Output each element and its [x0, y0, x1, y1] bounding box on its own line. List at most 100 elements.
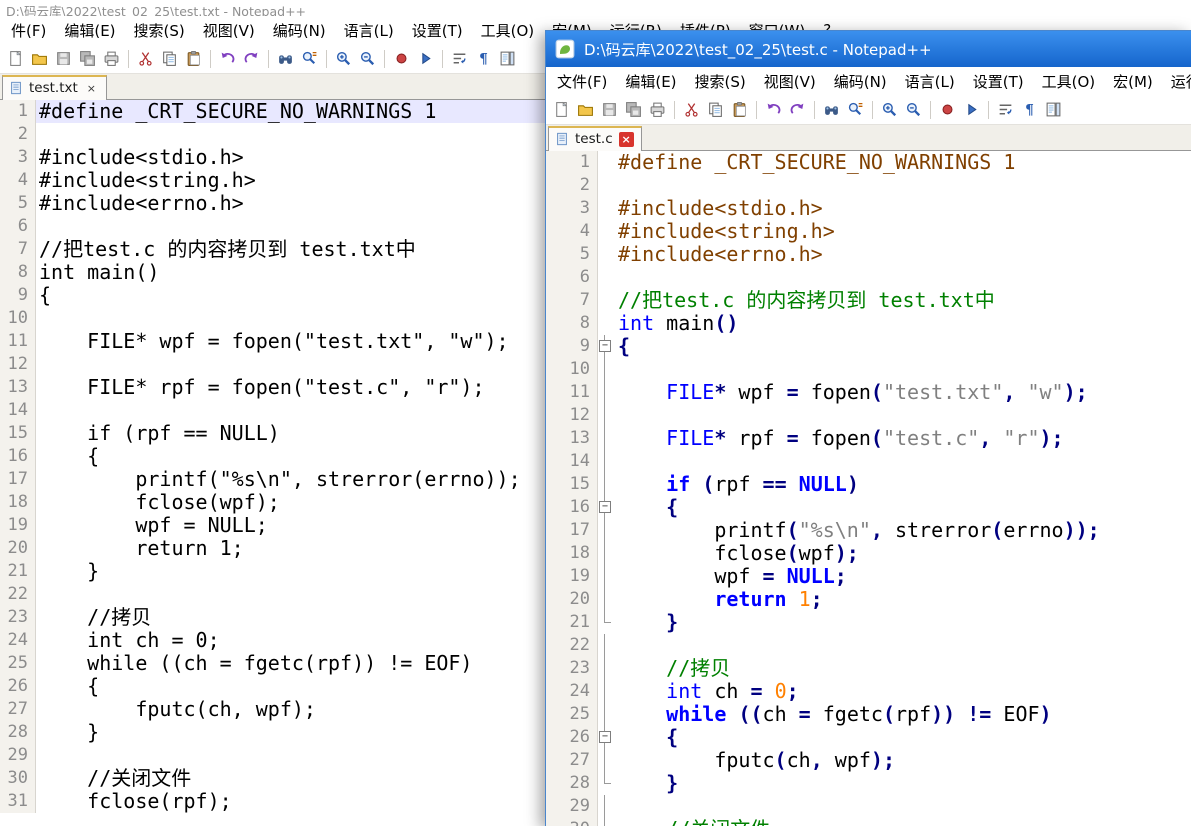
undo-button[interactable] [216, 47, 239, 70]
show-all-chars-button[interactable]: ¶ [1018, 98, 1041, 121]
tab-test-c[interactable]: test.c × [548, 126, 642, 151]
copy-icon [707, 101, 724, 118]
menu-item[interactable]: 运行(R) [1162, 67, 1191, 95]
save-all-button[interactable] [622, 98, 645, 121]
playback-macro-button[interactable] [414, 47, 437, 70]
word-wrap-button[interactable] [448, 47, 471, 70]
code-text: #include<string.h> [612, 220, 1191, 243]
new-file-button[interactable] [550, 98, 573, 121]
zoom-out-button[interactable] [356, 47, 379, 70]
title-bar[interactable]: D:\码云库\2022\test_02_25\test.c - Notepad+… [546, 31, 1191, 67]
code-text: while ((ch = fgetc(rpf)) != EOF) [612, 703, 1191, 726]
replace-button[interactable] [844, 98, 867, 121]
menu-item[interactable]: 工具(O) [472, 16, 544, 44]
menu-item[interactable]: 编码(N) [264, 16, 335, 44]
redo-button[interactable] [786, 98, 809, 121]
fold-line [604, 427, 605, 450]
paste-button[interactable] [182, 47, 205, 70]
menu-item[interactable]: 语言(L) [896, 67, 964, 95]
close-icon[interactable]: × [84, 81, 99, 96]
fold-margin [598, 818, 612, 826]
menu-item[interactable]: 工具(O) [1033, 67, 1105, 95]
open-folder-button[interactable] [28, 47, 51, 70]
code-line: 15 if (rpf == NULL) [546, 473, 1191, 496]
code-line: 4 #include<string.h> [546, 220, 1191, 243]
close-icon[interactable]: × [619, 132, 634, 147]
line-number: 21 [546, 611, 598, 634]
playback-macro-button[interactable] [960, 98, 983, 121]
line-number: 6 [546, 266, 598, 289]
line-number: 8 [546, 312, 598, 335]
code-text: { [612, 496, 1191, 519]
cut-button[interactable] [134, 47, 157, 70]
line-number: 4 [546, 220, 598, 243]
toolbar-separator [872, 101, 873, 119]
menu-item[interactable]: 件(F) [2, 16, 55, 44]
zoom-in-icon [881, 101, 898, 118]
record-macro-button[interactable] [936, 98, 959, 121]
fold-line [604, 519, 605, 542]
menu-item[interactable]: 搜索(S) [686, 67, 755, 95]
save-button[interactable] [52, 47, 75, 70]
paste-button[interactable] [728, 98, 751, 121]
save-all-button[interactable] [76, 47, 99, 70]
print-button[interactable] [100, 47, 123, 70]
menu-item[interactable]: 语言(L) [335, 16, 403, 44]
record-macro-button[interactable] [390, 47, 413, 70]
tab-bar: test.c × [546, 125, 1191, 151]
menu-item[interactable]: 设置(T) [403, 16, 472, 44]
playback-macro-icon [417, 50, 434, 67]
show-all-chars-icon: ¶ [475, 50, 492, 67]
redo-button[interactable] [240, 47, 263, 70]
tab-test-txt[interactable]: test.txt × [2, 75, 107, 100]
word-wrap-button[interactable] [994, 98, 1017, 121]
fold-margin [598, 519, 612, 542]
line-number: 27 [0, 698, 36, 721]
fold-collapse-icon[interactable]: − [599, 501, 611, 513]
fold-margin [598, 795, 612, 818]
replace-button[interactable] [298, 47, 321, 70]
document-map-button[interactable] [1042, 98, 1065, 121]
document-map-icon [499, 50, 516, 67]
fold-margin [598, 427, 612, 450]
menu-item[interactable]: 编码(N) [825, 67, 896, 95]
zoom-out-button[interactable] [902, 98, 925, 121]
undo-button[interactable] [762, 98, 785, 121]
code-line: 5#include<errno.h> [546, 243, 1191, 266]
menu-item[interactable]: 编辑(E) [55, 16, 124, 44]
save-button[interactable] [598, 98, 621, 121]
line-number: 3 [0, 146, 36, 169]
copy-button[interactable] [704, 98, 727, 121]
toolbar-separator [128, 50, 129, 68]
zoom-in-button[interactable] [332, 47, 355, 70]
menu-item[interactable]: 宏(M) [1104, 67, 1162, 95]
menu-item[interactable]: 视图(V) [194, 16, 264, 44]
cut-icon [137, 50, 154, 67]
zoom-in-button[interactable] [878, 98, 901, 121]
copy-button[interactable] [158, 47, 181, 70]
fold-line [604, 473, 605, 496]
show-all-chars-button[interactable]: ¶ [472, 47, 495, 70]
zoom-in-icon [335, 50, 352, 67]
fold-collapse-icon[interactable]: − [599, 731, 611, 743]
find-button[interactable] [274, 47, 297, 70]
fold-margin [598, 703, 612, 726]
menu-item[interactable]: 视图(V) [755, 67, 825, 95]
menu-item[interactable]: 设置(T) [964, 67, 1033, 95]
line-number: 11 [0, 330, 36, 353]
menu-item[interactable]: 文件(F) [548, 67, 616, 95]
menu-item[interactable]: 编辑(E) [616, 67, 685, 95]
open-folder-button[interactable] [574, 98, 597, 121]
fold-line [604, 680, 605, 703]
line-number: 19 [546, 565, 598, 588]
code-text: #include<stdio.h> [612, 197, 1191, 220]
find-button[interactable] [820, 98, 843, 121]
fold-collapse-icon[interactable]: − [599, 340, 611, 352]
cut-button[interactable] [680, 98, 703, 121]
document-map-button[interactable] [496, 47, 519, 70]
playback-macro-icon [963, 101, 980, 118]
menu-item[interactable]: 搜索(S) [125, 16, 194, 44]
print-button[interactable] [646, 98, 669, 121]
text-editor-area[interactable]: 1#define _CRT_SECURE_NO_WARNINGS 123#inc… [546, 151, 1191, 826]
new-file-button[interactable] [4, 47, 27, 70]
